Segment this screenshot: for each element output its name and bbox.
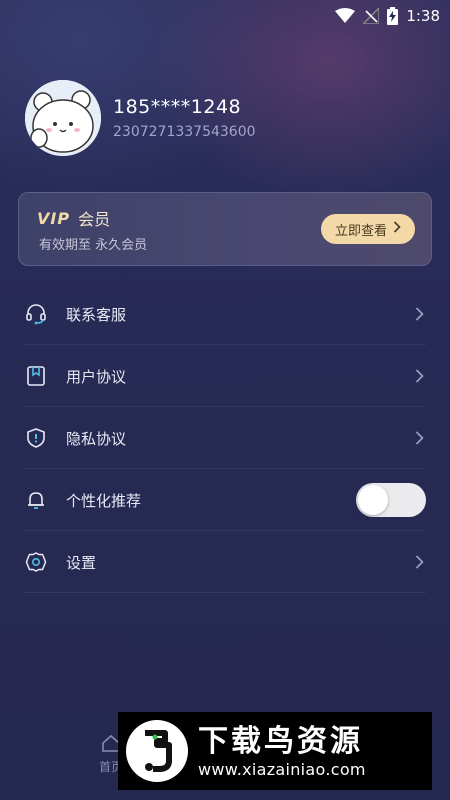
vip-view-button[interactable]: 立即查看 <box>321 214 415 244</box>
gear-icon <box>24 550 48 574</box>
menu-item-personalized-recommendation: 个性化推荐 <box>0 469 450 531</box>
menu-label: 个性化推荐 <box>66 491 142 510</box>
recommendation-toggle[interactable] <box>356 483 426 517</box>
settings-menu: 联系客服 用户协议 隐私协议 个性化推荐 设置 <box>0 283 450 593</box>
no-signal-icon <box>363 8 380 24</box>
divider <box>24 592 426 593</box>
menu-item-privacy-agreement[interactable]: 隐私协议 <box>0 407 450 469</box>
chevron-right-icon <box>412 431 426 445</box>
vip-logo: VIP <box>37 208 71 228</box>
menu-item-user-agreement[interactable]: 用户协议 <box>0 345 450 407</box>
chevron-right-icon <box>412 555 426 569</box>
bookmark-icon <box>24 364 48 388</box>
menu-item-customer-service[interactable]: 联系客服 <box>0 283 450 345</box>
menu-label: 设置 <box>66 553 97 572</box>
menu-label: 用户协议 <box>66 367 127 386</box>
menu-label: 隐私协议 <box>66 429 127 448</box>
chevron-right-icon <box>412 369 426 383</box>
chevron-right-icon <box>412 307 426 321</box>
bell-icon <box>24 488 48 512</box>
toggle-knob <box>358 485 388 515</box>
user-phone: 185****1248 <box>113 96 242 118</box>
headset-icon <box>24 302 48 326</box>
menu-item-settings[interactable]: 设置 <box>0 531 450 593</box>
vip-validity: 有效期至 永久会员 <box>39 238 148 253</box>
watermark-banner: 下载鸟资源 www.xiazainiao.com <box>118 712 432 790</box>
chevron-right-icon <box>393 221 401 237</box>
vip-label: 会员 <box>78 210 111 229</box>
avatar[interactable] <box>25 80 101 156</box>
vip-view-button-label: 立即查看 <box>334 223 387 239</box>
status-time: 1:38 <box>406 7 440 25</box>
watermark-url: www.xiazainiao.com <box>198 759 366 779</box>
vip-card[interactable]: VIP 会员 有效期至 永久会员 立即查看 <box>18 192 432 266</box>
user-id: 2307271337543600 <box>113 124 256 140</box>
battery-charging-icon <box>387 7 399 25</box>
profile-header[interactable]: 185****1248 2307271337543600 <box>25 80 256 156</box>
wifi-icon <box>335 8 356 24</box>
shield-icon <box>24 426 48 450</box>
menu-label: 联系客服 <box>66 305 127 324</box>
status-bar: 1:38 <box>0 0 450 32</box>
watermark-title: 下载鸟资源 <box>198 723 363 759</box>
watermark-logo-icon <box>126 720 188 782</box>
